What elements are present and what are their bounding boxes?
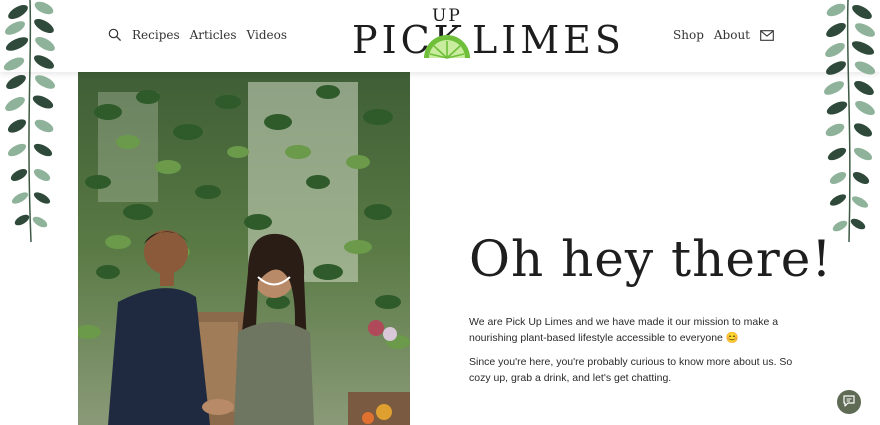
nav-videos-link[interactable]: Videos — [247, 28, 287, 42]
logo-word-limes: LIMES — [472, 18, 625, 62]
nav-left: Recipes Articles Videos — [108, 28, 287, 42]
nav-recipes-link[interactable]: Recipes — [132, 28, 180, 42]
hanging-vine-left-decoration — [0, 0, 64, 249]
intro-paragraph-2: Since you're here, you're probably curio… — [469, 356, 793, 384]
nav-articles-link[interactable]: Articles — [190, 28, 237, 42]
hero-couple-photo — [78, 72, 410, 425]
mail-icon[interactable] — [760, 29, 774, 41]
intro-heading: Oh hey there! — [469, 230, 833, 288]
logo-word-up: UP — [432, 6, 462, 26]
chat-icon — [842, 393, 856, 412]
search-icon[interactable] — [108, 28, 122, 42]
chat-button[interactable] — [837, 390, 861, 414]
site-header: Recipes Articles Videos PICK UP LIMES Sh… — [0, 0, 880, 72]
site-logo[interactable]: PICK UP LIMES — [352, 6, 621, 64]
intro-paragraph-1: We are Pick Up Limes and we have made it… — [469, 316, 779, 344]
hanging-vine-right-decoration — [816, 0, 880, 249]
nav-about-link[interactable]: About — [714, 28, 750, 42]
nav-right: Shop About — [673, 28, 774, 42]
nav-shop-link[interactable]: Shop — [673, 28, 704, 42]
lime-slice-icon — [422, 32, 472, 64]
